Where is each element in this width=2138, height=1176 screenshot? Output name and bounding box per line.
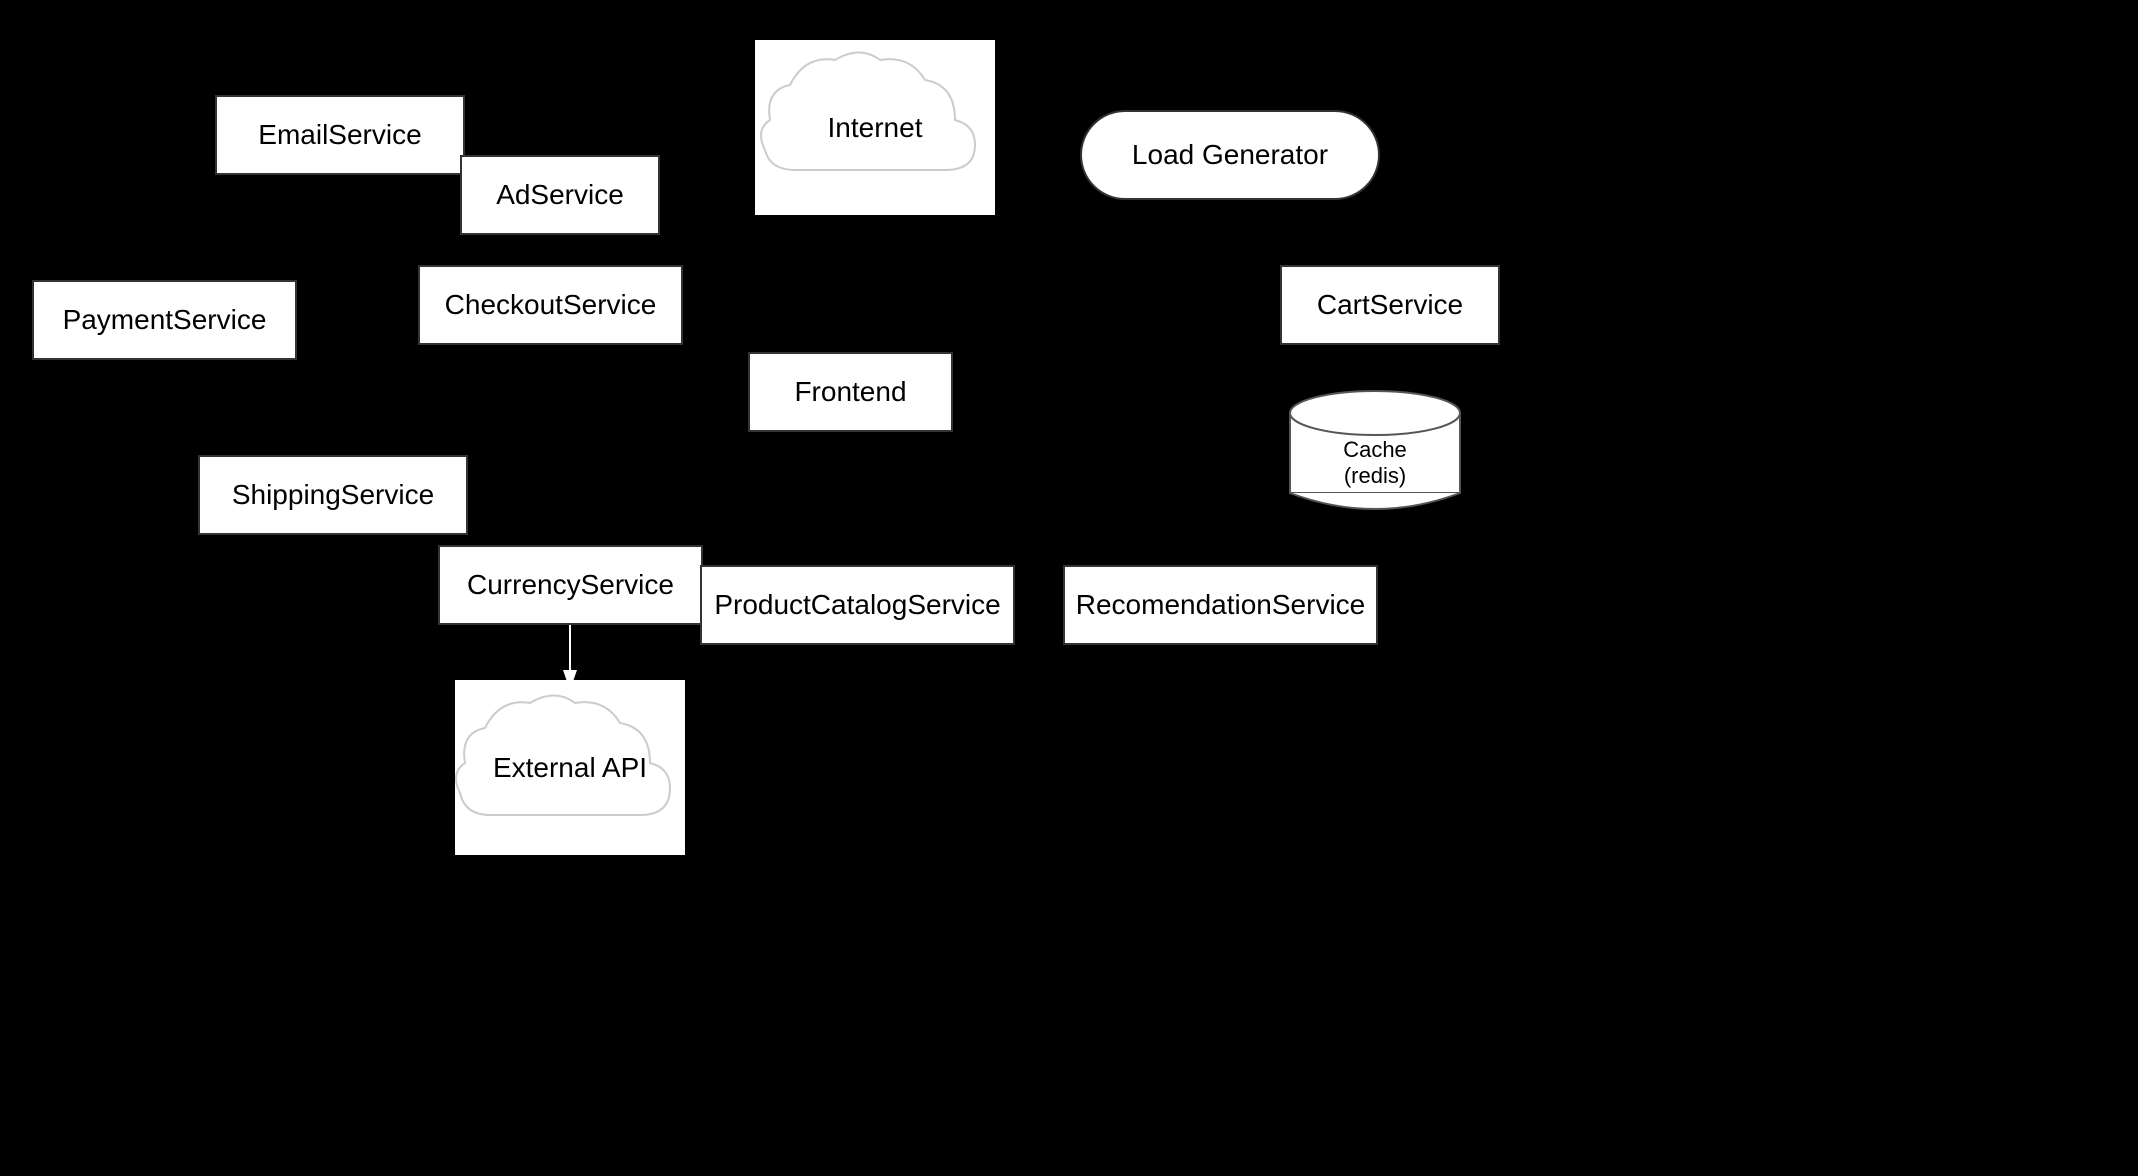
cart-service-label: CartService [1317,289,1463,321]
internet-label: Internet [828,112,923,144]
shipping-service-node: ShippingService [198,455,468,535]
email-service-label: EmailService [258,119,421,151]
external-api-node: External API [455,680,685,855]
recommendation-service-label: RecomendationService [1076,589,1366,621]
shipping-service-label: ShippingService [232,479,434,511]
cache-node: Cache (redis) [1280,385,1470,515]
product-catalog-service-label: ProductCatalogService [714,589,1000,621]
currency-service-label: CurrencyService [467,569,674,601]
external-api-label: External API [493,752,647,784]
cart-service-node: CartService [1280,265,1500,345]
svg-text:Cache: Cache [1343,437,1407,462]
checkout-service-node: CheckoutService [418,265,683,345]
recommendation-service-node: RecomendationService [1063,565,1378,645]
load-generator-node: Load Generator [1080,110,1380,200]
diagram-container: EmailService AdService Internet Load Gen… [0,0,2138,1176]
frontend-label: Frontend [794,376,906,408]
email-service-node: EmailService [215,95,465,175]
internet-node: Internet [755,40,995,215]
ad-service-label: AdService [496,179,624,211]
checkout-service-label: CheckoutService [445,289,657,321]
payment-service-label: PaymentService [63,304,267,336]
payment-service-node: PaymentService [32,280,297,360]
currency-service-node: CurrencyService [438,545,703,625]
svg-text:(redis): (redis) [1344,463,1406,488]
frontend-node: Frontend [748,352,953,432]
product-catalog-service-node: ProductCatalogService [700,565,1015,645]
load-generator-label: Load Generator [1132,139,1328,171]
ad-service-node: AdService [460,155,660,235]
